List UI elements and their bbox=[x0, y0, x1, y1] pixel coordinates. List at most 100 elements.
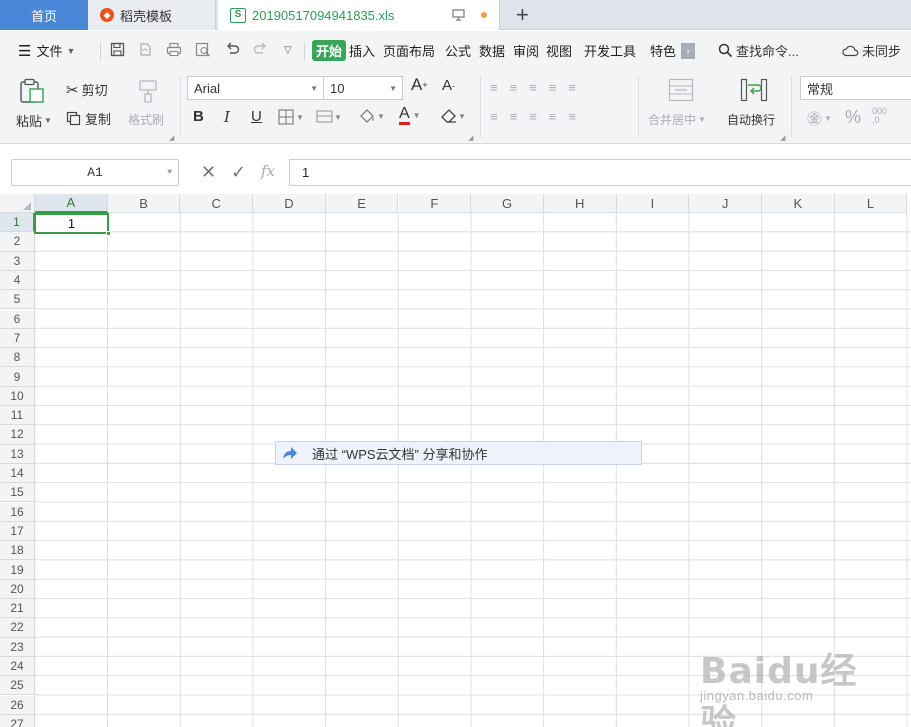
column-header[interactable]: A bbox=[35, 194, 108, 213]
menu-tab-formula[interactable]: 公式 bbox=[445, 31, 471, 70]
font-color-button[interactable]: A ▼ bbox=[399, 105, 421, 125]
tab-daoke-template[interactable]: ◆ 稻壳模板 bbox=[88, 0, 216, 30]
menu-more-chevron-icon[interactable]: › bbox=[681, 43, 695, 59]
font-name-select[interactable]: Arial ▼ bbox=[187, 76, 324, 100]
percent-format-button[interactable]: % bbox=[845, 107, 861, 128]
cloud-share-tip[interactable]: 通过 “WPS云文档” 分享和协作 bbox=[275, 441, 642, 465]
clear-format-button[interactable]: ▼ bbox=[440, 108, 466, 124]
menu-tab-insert[interactable]: 插入 bbox=[349, 31, 375, 70]
row-header[interactable]: 16 bbox=[0, 502, 35, 522]
customize-toolbar-icon[interactable]: ▽ bbox=[284, 45, 292, 56]
column-header[interactable]: B bbox=[107, 194, 181, 213]
row-header[interactable]: 4 bbox=[0, 270, 35, 291]
row-header[interactable]: 10 bbox=[0, 386, 35, 406]
thousands-separator-button[interactable]: 000,0 bbox=[872, 107, 887, 125]
name-box[interactable]: A1 ▼ bbox=[11, 159, 179, 186]
row-header[interactable]: 13 bbox=[0, 444, 35, 464]
menu-tab-start[interactable]: 开始 bbox=[312, 40, 347, 61]
row-header[interactable]: 25 bbox=[0, 676, 35, 696]
cancel-entry-icon[interactable]: ✕ bbox=[201, 162, 216, 183]
column-header[interactable]: G bbox=[471, 194, 544, 213]
menu-tab-review[interactable]: 审阅 bbox=[513, 31, 539, 70]
row-header[interactable]: 26 bbox=[0, 695, 35, 715]
merge-center-icon[interactable] bbox=[668, 78, 694, 102]
row-header[interactable]: 19 bbox=[0, 560, 35, 580]
file-menu-button[interactable]: ☰ 文件 ▼ bbox=[18, 31, 75, 70]
row-header[interactable]: 18 bbox=[0, 541, 35, 561]
row-header[interactable]: 23 bbox=[0, 637, 35, 657]
print-icon[interactable] bbox=[166, 42, 182, 60]
menu-tab-dev-tools[interactable]: 开发工具 bbox=[584, 31, 636, 70]
row-header[interactable]: 14 bbox=[0, 463, 35, 484]
row-header[interactable]: 21 bbox=[0, 599, 35, 619]
menu-tab-special[interactable]: 特色 bbox=[650, 31, 676, 70]
row-header[interactable]: 27 bbox=[0, 714, 35, 727]
formula-input[interactable]: 1 bbox=[289, 159, 911, 186]
copy-button[interactable]: 复制 bbox=[66, 109, 111, 128]
row-header[interactable]: 6 bbox=[0, 309, 35, 329]
paste-icon[interactable] bbox=[18, 78, 46, 104]
column-header[interactable]: J bbox=[689, 194, 762, 213]
wrap-text-icon[interactable] bbox=[740, 78, 768, 102]
column-header[interactable]: H bbox=[543, 194, 617, 213]
font-size-select[interactable]: 10 ▼ bbox=[323, 76, 403, 100]
alignment-group-corner-icon[interactable]: ◢ bbox=[780, 134, 785, 142]
merge-center-button[interactable]: 合并居中 ▼ bbox=[648, 111, 706, 128]
vertical-align-icons[interactable]: ≡≡≡≡≡ bbox=[490, 80, 588, 95]
column-header[interactable]: E bbox=[325, 194, 399, 213]
row-header[interactable]: 2 bbox=[0, 232, 35, 252]
menu-tab-page-layout[interactable]: 页面布局 bbox=[383, 31, 435, 70]
menu-tab-data[interactable]: 数据 bbox=[479, 31, 505, 70]
redo-icon[interactable] bbox=[253, 42, 268, 59]
row-header[interactable]: 9 bbox=[0, 367, 35, 387]
row-header[interactable]: 3 bbox=[0, 251, 35, 271]
paste-button[interactable]: 粘贴 ▼ bbox=[16, 111, 52, 130]
italic-button[interactable]: I bbox=[224, 108, 230, 126]
insert-function-icon[interactable]: fx bbox=[261, 162, 275, 180]
clipboard-group-corner-icon[interactable]: ◢ bbox=[169, 134, 174, 142]
decrease-font-size-button[interactable]: A- bbox=[442, 77, 455, 94]
row-header[interactable]: 8 bbox=[0, 348, 35, 368]
print-preview-icon[interactable] bbox=[195, 42, 211, 60]
wrap-text-button[interactable]: 自动换行 bbox=[727, 111, 775, 128]
fill-color-button[interactable]: ▼ bbox=[357, 108, 385, 125]
confirm-entry-icon[interactable]: ✓ bbox=[231, 162, 246, 183]
row-header[interactable]: 22 bbox=[0, 618, 35, 638]
column-header[interactable]: D bbox=[253, 194, 326, 213]
font-group-corner-icon[interactable]: ◢ bbox=[468, 134, 473, 142]
row-header[interactable]: 24 bbox=[0, 656, 35, 677]
output-pdf-icon[interactable] bbox=[138, 42, 152, 60]
cut-button[interactable]: ✂ 剪切 bbox=[66, 80, 108, 99]
fill-handle[interactable] bbox=[106, 231, 111, 236]
undo-icon[interactable] bbox=[225, 42, 240, 59]
select-all-corner[interactable] bbox=[0, 194, 35, 213]
format-painter-button[interactable]: 格式刷 bbox=[128, 111, 164, 128]
active-cell-a1[interactable]: 1 bbox=[34, 213, 111, 236]
column-header[interactable]: I bbox=[616, 194, 690, 213]
bold-button[interactable]: B bbox=[193, 108, 204, 125]
tab-home[interactable]: 首页 bbox=[0, 0, 88, 30]
search-command-button[interactable]: 查找命令... bbox=[718, 31, 799, 70]
row-header[interactable]: 5 bbox=[0, 290, 35, 310]
row-header[interactable]: 1 bbox=[0, 213, 35, 233]
save-icon[interactable] bbox=[110, 42, 125, 60]
cell-style-button[interactable]: ▼ bbox=[316, 109, 342, 125]
column-header[interactable]: L bbox=[834, 194, 908, 213]
currency-format-button[interactable]: ㊎ ▼ bbox=[807, 108, 832, 129]
row-header[interactable]: 12 bbox=[0, 425, 35, 445]
row-header[interactable]: 7 bbox=[0, 328, 35, 349]
row-header[interactable]: 15 bbox=[0, 483, 35, 503]
borders-button[interactable]: ▼ bbox=[278, 109, 304, 125]
format-painter-icon[interactable] bbox=[135, 78, 161, 104]
column-header[interactable]: C bbox=[180, 194, 254, 213]
row-header[interactable]: 11 bbox=[0, 406, 35, 426]
column-header[interactable]: F bbox=[398, 194, 472, 213]
row-header[interactable]: 17 bbox=[0, 521, 35, 542]
row-header[interactable]: 20 bbox=[0, 579, 35, 599]
horizontal-align-icons[interactable]: ≡≡≡≡≡ bbox=[490, 109, 588, 124]
increase-font-size-button[interactable]: A + bbox=[411, 75, 428, 95]
underline-button[interactable]: U bbox=[251, 108, 262, 125]
new-tab-button[interactable]: + bbox=[516, 0, 529, 30]
window-monitor-icon[interactable] bbox=[452, 0, 465, 30]
number-format-select[interactable]: 常规 bbox=[800, 76, 911, 100]
